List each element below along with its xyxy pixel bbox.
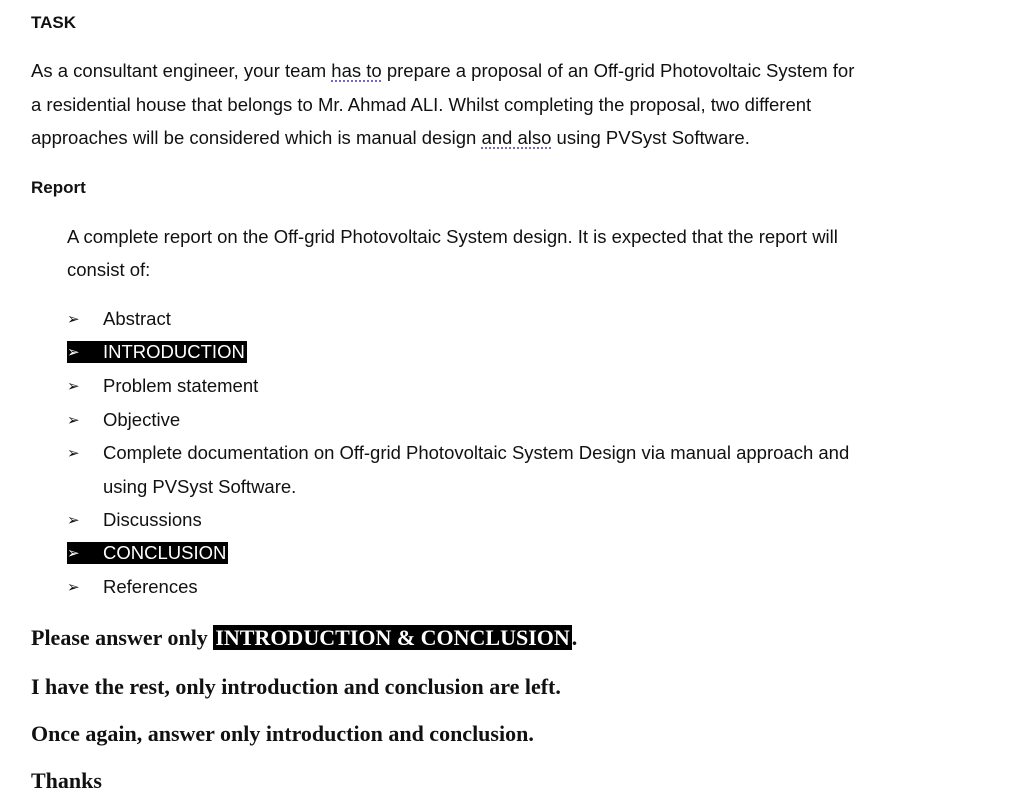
task-paragraph-line-1: As a consultant engineer, your team has … xyxy=(31,60,854,82)
text-run: . xyxy=(571,625,578,650)
list-item-label: Complete documentation on Off-grid Photo… xyxy=(103,442,850,463)
list-item-label: References xyxy=(103,576,198,597)
list-item-label: Objective xyxy=(103,409,181,430)
note-line-2: I have the rest, only introduction and c… xyxy=(31,674,561,699)
arrow-bullet-icon: ➢ xyxy=(67,545,80,562)
arrow-bullet-icon: ➢ xyxy=(67,512,80,529)
list-item-highlighted: ➢ CONCLUSION xyxy=(67,542,229,564)
note-line-4: Thanks xyxy=(31,768,102,793)
list-item: ➢ Problem statement xyxy=(67,375,258,397)
list-item-highlighted: ➢ INTRODUCTION xyxy=(67,341,247,363)
task-paragraph-line-3: approaches will be considered which is m… xyxy=(31,127,750,149)
arrow-bullet-icon: ➢ xyxy=(67,412,80,429)
note-line-1: Please answer only INTRODUCTION & CONCLU… xyxy=(31,625,577,651)
list-item-label: CONCLUSION xyxy=(103,542,227,563)
arrow-bullet-icon: ➢ xyxy=(67,344,80,361)
list-item: ➢ References xyxy=(67,576,198,598)
highlighted-text: INTRODUCTION & CONCLUSION xyxy=(213,625,572,650)
list-item-label: INTRODUCTION xyxy=(103,341,245,362)
report-heading: Report xyxy=(31,178,86,197)
arrow-bullet-icon: ➢ xyxy=(67,579,80,596)
list-item: ➢ Complete documentation on Off-grid Phot… xyxy=(67,442,849,464)
arrow-bullet-icon: ➢ xyxy=(67,445,80,462)
note-line-3: Once again, answer only introduction and… xyxy=(31,721,534,746)
text-run: approaches will be considered which is m… xyxy=(31,127,482,148)
task-paragraph-line-2: a residential house that belongs to Mr. … xyxy=(31,94,812,115)
arrow-bullet-icon: ➢ xyxy=(67,311,80,328)
list-item: ➢ Abstract xyxy=(67,308,171,330)
grammar-flag[interactable]: and also xyxy=(481,127,551,148)
task-heading: TASK xyxy=(31,13,77,32)
report-intro-line-2: consist of: xyxy=(67,259,151,280)
text-run: Please answer only xyxy=(31,625,214,650)
text-run: As a consultant engineer, your team xyxy=(31,60,332,81)
text-run: prepare a proposal of an Off-grid Photov… xyxy=(381,60,855,81)
arrow-bullet-icon: ➢ xyxy=(67,378,80,395)
grammar-flag[interactable]: has to xyxy=(331,60,381,81)
list-item: ➢ Objective xyxy=(67,409,180,431)
list-item-continuation: using PVSyst Software. xyxy=(103,476,297,497)
report-intro-line-1: A complete report on the Off-grid Photov… xyxy=(67,226,838,247)
list-item-label: Abstract xyxy=(103,308,171,329)
text-run: using PVSyst Software. xyxy=(551,127,750,148)
list-item-label: Discussions xyxy=(103,509,202,530)
list-item-label: Problem statement xyxy=(103,375,259,396)
list-item: ➢ Discussions xyxy=(67,509,202,531)
